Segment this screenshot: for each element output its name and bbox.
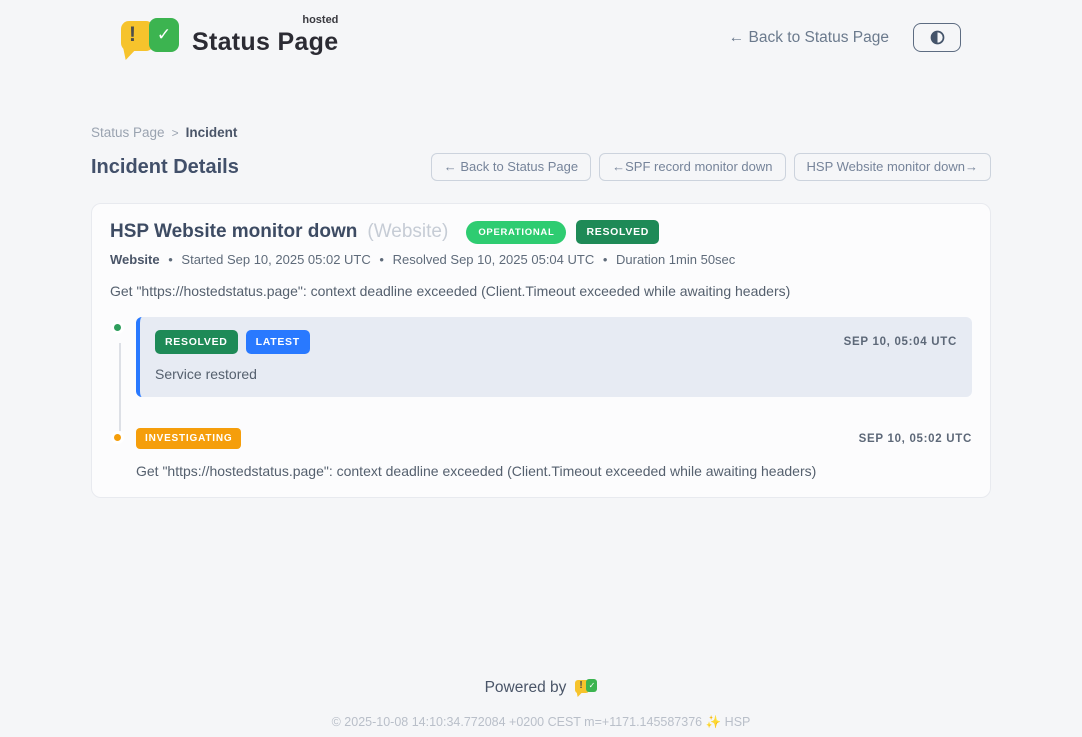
brand-name: Status Page xyxy=(192,28,338,56)
exclamation-icon: ! xyxy=(129,24,136,45)
brand-logo-icon: ! ✓ xyxy=(121,14,179,61)
meta-resolved: Resolved Sep 10, 2025 05:04 UTC xyxy=(393,252,595,267)
meta-bullet: • xyxy=(379,252,384,267)
brand-hosted-label: hosted xyxy=(302,14,338,26)
theme-toggle-button[interactable] xyxy=(913,23,961,52)
timeline-timestamp: SEP 10, 05:04 UTC xyxy=(844,336,957,348)
copyright-brand: HSP xyxy=(725,715,751,729)
logo-bubble-tail xyxy=(576,691,583,697)
meta-started: Started Sep 10, 2025 05:02 UTC xyxy=(181,252,370,267)
operational-status-badge: OPERATIONAL xyxy=(466,221,566,244)
incident-component: (Website) xyxy=(367,221,448,243)
incident-card-header: HSP Website monitor down (Website) OPERA… xyxy=(110,220,972,244)
incident-nav-buttons: ← Back to Status Page ←SPF record monito… xyxy=(431,153,991,181)
title-row: Incident Details ← Back to Status Page ←… xyxy=(91,153,991,181)
powered-by-label: Powered by xyxy=(485,679,567,697)
copyright-text: © 2025-10-08 14:10:34.772084 +0200 CEST … xyxy=(332,715,703,729)
next-incident-button[interactable]: HSP Website monitor down→ xyxy=(794,153,991,181)
brand-logo[interactable]: ! ✓ Status Page hosted xyxy=(121,14,338,61)
timeline-entry-investigating: INVESTIGATING SEP 10, 05:02 UTC Get "htt… xyxy=(110,427,972,479)
timeline-message: Service restored xyxy=(155,366,957,382)
incident-card: HSP Website monitor down (Website) OPERA… xyxy=(91,203,991,498)
back-to-status-page-button[interactable]: ← Back to Status Page xyxy=(431,153,591,181)
footer: Powered by ! ✓ © 2025-10-08 14:10:34.772… xyxy=(91,678,991,730)
breadcrumb-separator: > xyxy=(172,126,179,140)
timeline-dot-green xyxy=(111,321,124,334)
exclamation-icon: ! xyxy=(579,681,582,691)
incident-description: Get "https://hostedstatus.page": context… xyxy=(110,283,972,299)
timeline-investigating-badge: INVESTIGATING xyxy=(136,428,241,449)
resolved-state-badge: RESOLVED xyxy=(576,220,659,244)
timeline-timestamp: SEP 10, 05:02 UTC xyxy=(859,433,972,445)
timeline-dot-orange xyxy=(111,431,124,444)
checkmark-icon: ✓ xyxy=(586,679,597,692)
header-back-to-status-page-link[interactable]: ← Back to Status Page xyxy=(729,29,889,47)
breadcrumb: Status Page > Incident xyxy=(91,125,991,140)
timeline-message: Get "https://hostedstatus.page": context… xyxy=(136,463,972,479)
checkmark-icon: ✓ xyxy=(149,18,179,52)
half-circle-contrast-icon xyxy=(929,29,946,46)
timeline-latest-badge: LATEST xyxy=(246,330,310,354)
breadcrumb-incident: Incident xyxy=(186,125,238,140)
timeline-rail xyxy=(110,317,136,397)
powered-by-link[interactable]: Powered by ! ✓ xyxy=(91,678,991,698)
sparkles-icon: ✨ xyxy=(706,715,722,729)
timeline-latest-update-box: RESOLVED LATEST SEP 10, 05:04 UTC Servic… xyxy=(136,317,972,397)
incident-title: HSP Website monitor down xyxy=(110,221,357,243)
page-container: ! ✓ Status Page hosted ← Back to Status … xyxy=(91,0,991,730)
logo-bubble-tail xyxy=(123,47,138,60)
incident-timeline: RESOLVED LATEST SEP 10, 05:04 UTC Servic… xyxy=(110,317,972,479)
meta-bullet: • xyxy=(603,252,608,267)
timeline-entry-resolved: RESOLVED LATEST SEP 10, 05:04 UTC Servic… xyxy=(110,317,972,397)
page-title: Incident Details xyxy=(91,156,239,179)
meta-bullet: • xyxy=(168,252,173,267)
copyright-line: © 2025-10-08 14:10:34.772084 +0200 CEST … xyxy=(91,715,991,730)
breadcrumb-status-page[interactable]: Status Page xyxy=(91,125,165,140)
header-right: ← Back to Status Page xyxy=(729,23,961,52)
meta-component: Website xyxy=(110,252,160,267)
timeline-rail xyxy=(110,427,136,479)
header: ! ✓ Status Page hosted ← Back to Status … xyxy=(91,0,991,61)
timeline-resolved-badge: RESOLVED xyxy=(155,330,238,354)
brand-text: Status Page hosted xyxy=(192,14,338,57)
meta-duration: Duration 1min 50sec xyxy=(616,252,735,267)
footer-brand-logo-icon: ! ✓ xyxy=(575,678,597,698)
prev-incident-button[interactable]: ←SPF record monitor down xyxy=(599,153,785,181)
incident-meta: Website • Started Sep 10, 2025 05:02 UTC… xyxy=(110,252,972,267)
